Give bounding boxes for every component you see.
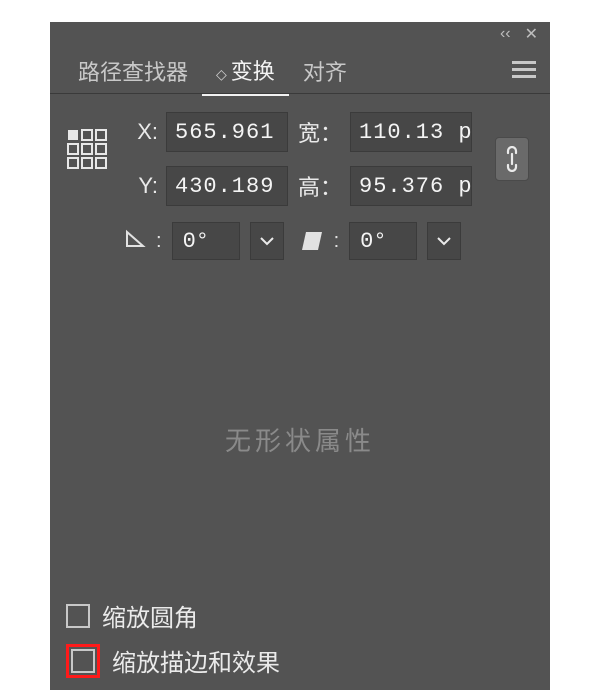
close-icon[interactable]: ✕ (525, 24, 538, 44)
reference-point-grid[interactable] (66, 128, 108, 170)
panel-titlebar: ‹‹ ✕ (50, 22, 550, 46)
coordinate-section: X: 565.961 p 宽： 110.13 p Y: 430.189 p 高：… (66, 112, 534, 206)
scale-strokes-row[interactable]: 缩放描边和效果 (66, 643, 534, 678)
rotate-icon (124, 227, 146, 255)
height-input[interactable]: 95.376 p (350, 166, 472, 206)
panel-content: X: 565.961 p 宽： 110.13 p Y: 430.189 p 高：… (50, 94, 550, 690)
tab-transform[interactable]: ◇变换 (202, 44, 289, 96)
constrain-proportions-button[interactable] (495, 137, 529, 181)
w-label: 宽： (296, 116, 342, 148)
scale-strokes-highlight (66, 644, 100, 678)
angle-section: : 0° : 0° (66, 222, 534, 260)
collapse-icon[interactable]: ‹‹ (500, 25, 511, 43)
scale-strokes-label: 缩放描边和效果 (112, 643, 280, 678)
h-label: 高： (296, 170, 342, 202)
tab-align[interactable]: 对齐 (289, 45, 361, 95)
panel-tabs: 路径查找器 ◇变换 对齐 (50, 46, 550, 94)
x-label: X: (122, 119, 158, 145)
y-label: Y: (122, 173, 158, 199)
rotate-colon: : (156, 230, 162, 253)
tab-transform-label: 变换 (231, 59, 275, 84)
shear-icon (300, 230, 324, 252)
shear-dropdown[interactable] (427, 222, 461, 260)
checkbox-section: 缩放圆角 缩放描边和效果 (66, 588, 534, 680)
x-input[interactable]: 565.961 p (166, 112, 288, 152)
shear-input[interactable]: 0° (349, 222, 417, 260)
sort-icon: ◇ (216, 66, 227, 82)
scale-corners-label: 缩放圆角 (102, 598, 198, 633)
transform-panel: ‹‹ ✕ 路径查找器 ◇变换 对齐 (50, 22, 550, 690)
shear-colon: : (334, 230, 340, 253)
scale-strokes-checkbox[interactable] (71, 649, 95, 673)
width-input[interactable]: 110.13 p (350, 112, 472, 152)
y-input[interactable]: 430.189 p (166, 166, 288, 206)
rotate-input[interactable]: 0° (172, 222, 240, 260)
rotate-dropdown[interactable] (250, 222, 284, 260)
no-shape-properties-label: 无形状属性 (66, 290, 534, 588)
panel-menu-button[interactable] (506, 55, 542, 85)
scale-corners-checkbox[interactable] (66, 604, 90, 628)
scale-corners-row[interactable]: 缩放圆角 (66, 598, 534, 633)
tab-pathfinder[interactable]: 路径查找器 (64, 45, 202, 95)
